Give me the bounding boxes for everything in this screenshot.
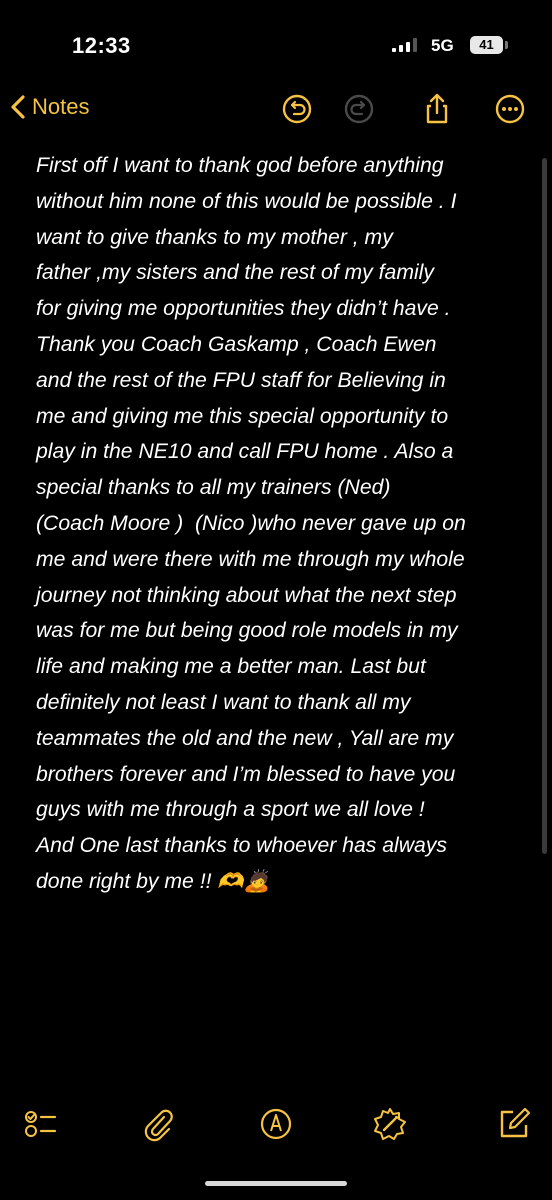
more-icon[interactable] (494, 93, 526, 125)
navigation-bar: Notes (0, 84, 552, 134)
compose-icon[interactable] (496, 1106, 532, 1142)
status-bar: 12:33 5G 41 (0, 0, 552, 80)
checklist-icon[interactable] (22, 1106, 58, 1142)
note-body-text[interactable]: First off I want to thank god before any… (36, 148, 526, 900)
network-type: 5G (431, 36, 454, 55)
share-icon[interactable] (421, 93, 453, 125)
ai-writing-icon[interactable] (372, 1106, 408, 1142)
back-button[interactable]: Notes (10, 94, 89, 120)
redo-icon[interactable] (343, 93, 375, 125)
battery-icon: 41 (470, 36, 503, 54)
chevron-left-icon (11, 95, 25, 119)
scroll-indicator[interactable] (542, 158, 547, 854)
undo-icon[interactable] (281, 93, 313, 125)
status-time: 12:33 (72, 33, 131, 58)
attachment-icon[interactable] (140, 1106, 176, 1142)
battery-tip (505, 41, 508, 49)
cellular-signal-icon (392, 38, 417, 52)
bottom-toolbar (0, 1100, 552, 1150)
home-indicator[interactable] (205, 1181, 347, 1186)
markup-icon[interactable] (258, 1106, 294, 1142)
back-label: Notes (32, 94, 90, 119)
